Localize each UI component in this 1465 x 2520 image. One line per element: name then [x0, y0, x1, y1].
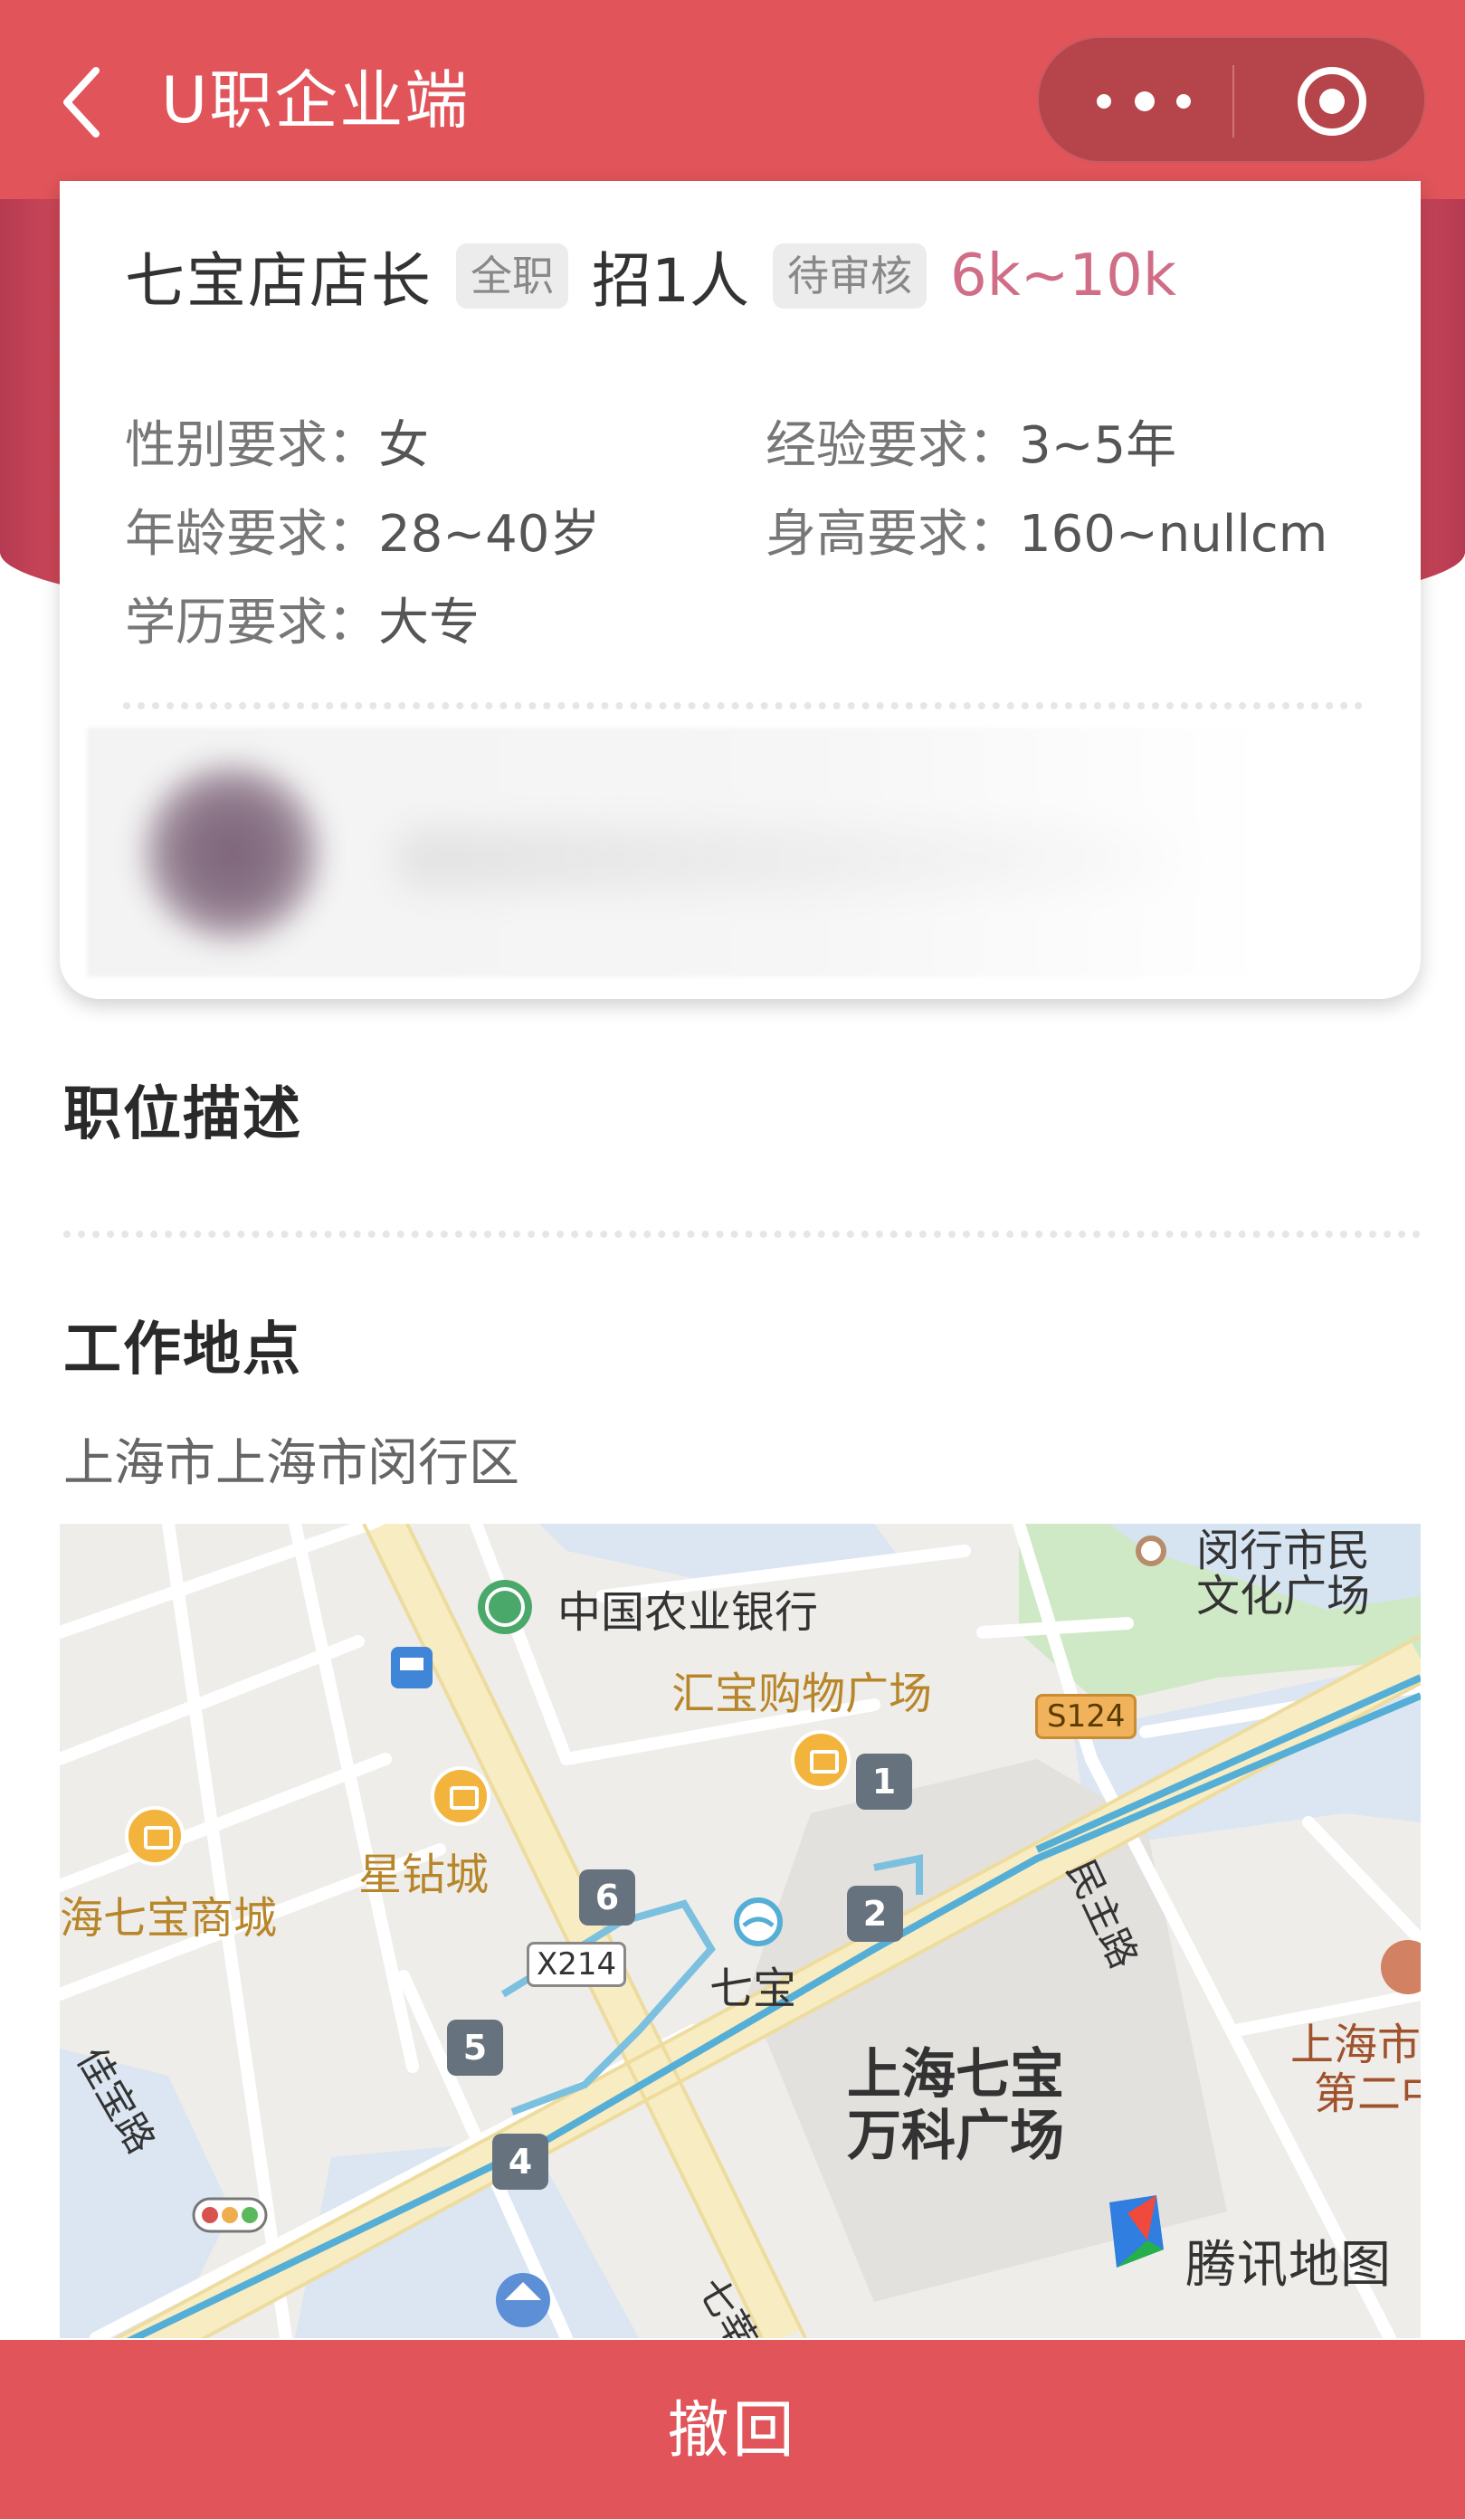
- shopping-bag-icon: [431, 1766, 490, 1826]
- salary-range: 6k~10k: [950, 242, 1176, 309]
- highway-shield: S124: [1035, 1694, 1137, 1739]
- company-name-blurred: [395, 827, 1209, 890]
- more-button[interactable]: [1093, 74, 1202, 128]
- work-location-title: 工作地点: [63, 1317, 302, 1384]
- map-label-plaza: 文化广场: [1196, 1571, 1371, 1621]
- target-circle-icon: [1298, 67, 1366, 136]
- avatar: [141, 762, 322, 943]
- requirement-experience: 经验要求：3~5年: [766, 416, 1177, 475]
- back-button[interactable]: [56, 62, 110, 143]
- job-description-title: 职位描述: [63, 1081, 302, 1148]
- tencent-map-brand: 腾讯地图: [1185, 2236, 1392, 2295]
- map-label-bank: 中国农业银行: [557, 1587, 819, 1638]
- job-card: 七宝店店长 全职 招1人 待审核 6k~10k 性别要求：女 经验要求：3~5年…: [60, 181, 1421, 999]
- map-label-plaza: 万科广场: [847, 2105, 1064, 2168]
- capsule-divider: [1232, 65, 1234, 138]
- map-label-poi: 第二中: [1314, 2068, 1421, 2119]
- work-address: 上海市上海市闵行区: [63, 1434, 519, 1493]
- requirement-education: 学历要求：大专: [125, 594, 480, 652]
- close-button[interactable]: [1294, 63, 1370, 139]
- chevron-left-icon: [63, 67, 100, 138]
- navigation-bar: U职企业端: [0, 0, 1465, 199]
- metro-exit-badge: 2: [847, 1886, 903, 1942]
- metro-exit-badge: 4: [492, 2134, 548, 2190]
- divider: [63, 1231, 1421, 1238]
- map-label-mall: 星钻城: [358, 1850, 490, 1900]
- map-label-mall: 海七宝商城: [60, 1893, 278, 1944]
- shopping-bag-icon: [125, 1806, 185, 1866]
- map-label-mall: 汇宝购物广场: [671, 1669, 933, 1719]
- hire-count: 招1人: [592, 246, 749, 316]
- map-label-station: 七宝: [709, 1964, 797, 2014]
- divider: [123, 702, 1363, 709]
- requirement-age: 年龄要求：28~40岁: [125, 505, 601, 564]
- metro-exit-badge: 1: [856, 1754, 912, 1810]
- requirement-gender: 性别要求：女: [125, 416, 429, 475]
- road-shield: X214: [527, 1942, 627, 1987]
- mini-program-capsule: [1037, 36, 1426, 163]
- job-title: 七宝店店长: [125, 246, 433, 316]
- metro-exit-badge: 5: [447, 2020, 503, 2076]
- company-info-blurred[interactable]: [87, 727, 1263, 977]
- more-dots-icon: [1097, 94, 1111, 109]
- requirement-height: 身高要求：160~nullcm: [766, 505, 1328, 564]
- status-badge: 待审核: [773, 243, 927, 309]
- job-type-tag: 全职: [456, 243, 568, 309]
- metro-exit-badge: 6: [579, 1869, 635, 1926]
- shopping-bag-icon: [791, 1730, 851, 1790]
- location-map[interactable]: 中国农业银行 汇宝购物广场 星钻城 海七宝商城 七宝 上海七宝 万科广场 闵行市…: [60, 1524, 1421, 2338]
- withdraw-button[interactable]: 撤回: [0, 2340, 1465, 2519]
- job-summary-row: 七宝店店长 全职 招1人 待审核 6k~10k: [125, 235, 1176, 317]
- page-title: U职企业端: [161, 63, 471, 138]
